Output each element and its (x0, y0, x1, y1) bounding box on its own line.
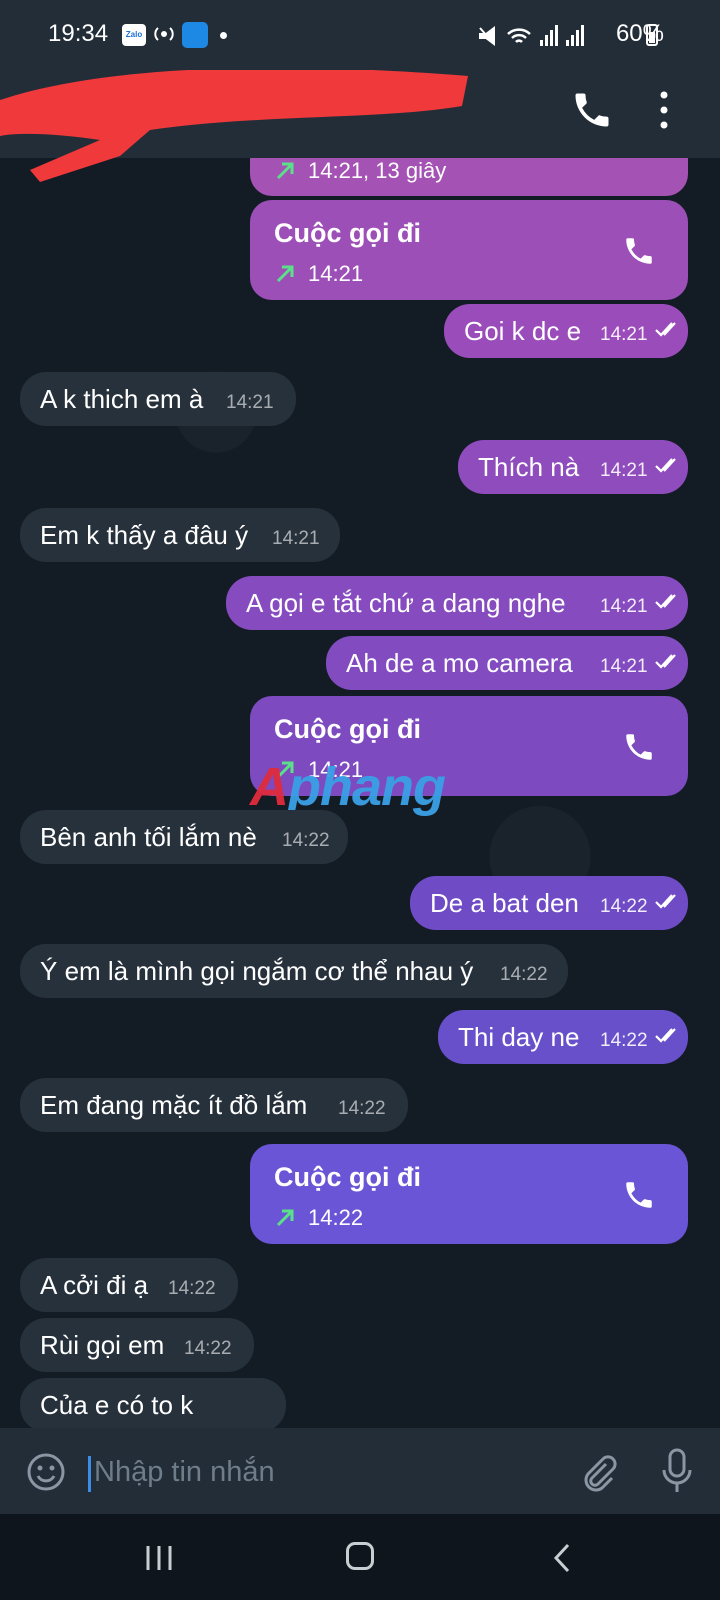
notification-dot-icon (220, 32, 227, 39)
read-check-icon (655, 322, 676, 337)
message-text: Ý em là mình gọi ngắm cơ thể nhau ý (40, 956, 474, 986)
message-bubble[interactable]: Em đang mặc ít đồ lắm 14:22 (20, 1078, 408, 1132)
message-text: Thi day ne (458, 1022, 580, 1052)
call-card[interactable]: Cuộc gọi đi 14:22 (250, 1144, 688, 1244)
message-bubble[interactable]: Của e có to k (20, 1378, 286, 1428)
message-input[interactable]: Nhập tin nhắn (94, 1456, 275, 1489)
message-time: 14:22 (500, 964, 548, 985)
chat-messages[interactable]: 14:21, 13 giây Cuộc gọi đi 14:21 Goi k d… (0, 158, 720, 1428)
message-time: 14:22 (600, 896, 648, 917)
message-time: 14:21 (600, 324, 648, 345)
message-time: 14:21 (600, 656, 648, 677)
system-navigation-bar (0, 1514, 720, 1600)
read-check-icon (655, 458, 676, 473)
message-bubble[interactable]: De a bat den 14:22 (410, 876, 688, 930)
outgoing-arrow-icon (276, 265, 294, 283)
signal-wifi-icons (479, 25, 584, 46)
message-bubble[interactable]: Bên anh tối lắm nè 14:22 (20, 810, 348, 864)
message-bubble[interactable]: Goi k dc e 14:21 (444, 304, 688, 358)
message-time: 14:22 (338, 1098, 386, 1119)
message-text: De a bat den (430, 888, 579, 918)
message-bubble[interactable]: Thích nà 14:21 (458, 440, 688, 494)
message-bubble[interactable]: Thi day ne 14:22 (438, 1010, 688, 1064)
microphone-icon[interactable] (660, 1448, 694, 1494)
read-check-icon (655, 654, 676, 669)
message-bubble[interactable]: A gọi e tắt chứ a dang nghe 14:21 (226, 576, 688, 630)
call-time: 14:22 (308, 1205, 364, 1230)
message-time: 14:22 (282, 830, 330, 851)
call-card[interactable]: Cuộc gọi đi 14:21 (250, 200, 688, 300)
message-text: Em đang mặc ít đồ lắm (40, 1090, 308, 1120)
message-text: Goi k dc e (464, 316, 582, 346)
message-text: A k thich em à (40, 384, 204, 414)
read-check-icon (655, 594, 676, 609)
status-time: 19:34 (48, 20, 109, 47)
message-time: 14:21 (272, 528, 320, 549)
message-time: 14:21 (226, 392, 274, 413)
message-time: 14:22 (184, 1338, 232, 1359)
message-time: 14:21 (600, 460, 648, 481)
message-bubble[interactable]: A cởi đi ạ 14:22 (20, 1258, 238, 1312)
call-title: Cuộc gọi đi (274, 1162, 421, 1192)
message-text: Ah de a mo camera (346, 648, 573, 678)
zalo-notification-icon: Zalo (122, 24, 146, 46)
message-text: Em k thấy a đâu ý (40, 520, 249, 550)
battery-icon (646, 24, 658, 46)
hotspot-icon (154, 27, 174, 41)
call-time: 14:21 (308, 261, 364, 286)
recent-apps-icon[interactable] (144, 1544, 174, 1572)
call-title: Cuộc gọi đi (274, 714, 421, 744)
phone-icon[interactable] (570, 88, 614, 132)
message-bubble[interactable]: Rùi gọi em 14:22 (20, 1318, 254, 1372)
message-input-bar: Nhập tin nhắn (0, 1428, 720, 1514)
message-text: Của e có to k (40, 1390, 194, 1420)
paperclip-icon[interactable] (578, 1452, 618, 1492)
redaction-scribble (0, 70, 468, 182)
message-time: 14:22 (168, 1278, 216, 1299)
message-text: Thích nà (478, 452, 580, 482)
outgoing-arrow-icon (276, 1209, 294, 1227)
status-bar: 19:34 Zalo 60% (0, 0, 720, 72)
read-check-icon (655, 1028, 676, 1043)
emoji-icon[interactable] (26, 1452, 66, 1492)
back-icon[interactable] (552, 1542, 572, 1574)
more-vertical-icon[interactable] (656, 90, 672, 130)
message-text: Bên anh tối lắm nè (40, 822, 257, 852)
watermark-logo: Aphang (250, 757, 446, 817)
hotspot-active-icon (182, 22, 208, 48)
text-cursor (88, 1456, 91, 1492)
message-text: Rùi gọi em (40, 1330, 165, 1360)
message-bubble[interactable]: Ý em là mình gọi ngắm cơ thể nhau ý 14:2… (20, 944, 568, 998)
message-time: 14:22 (600, 1030, 648, 1051)
message-text: A gọi e tắt chứ a dang nghe (246, 588, 566, 618)
phone-icon[interactable] (622, 730, 656, 764)
phone-icon[interactable] (622, 1178, 656, 1212)
message-bubble[interactable]: A k thich em à 14:21 (20, 372, 296, 426)
message-text: A cởi đi ạ (40, 1270, 149, 1300)
message-bubble[interactable]: Em k thấy a đâu ý 14:21 (20, 508, 340, 562)
call-title: Cuộc gọi đi (274, 218, 421, 248)
message-bubble[interactable]: Ah de a mo camera 14:21 (326, 636, 688, 690)
read-check-icon (655, 894, 676, 909)
message-time: 14:21 (600, 596, 648, 617)
phone-icon[interactable] (622, 234, 656, 268)
home-icon[interactable] (346, 1542, 374, 1570)
chat-header (0, 70, 720, 182)
